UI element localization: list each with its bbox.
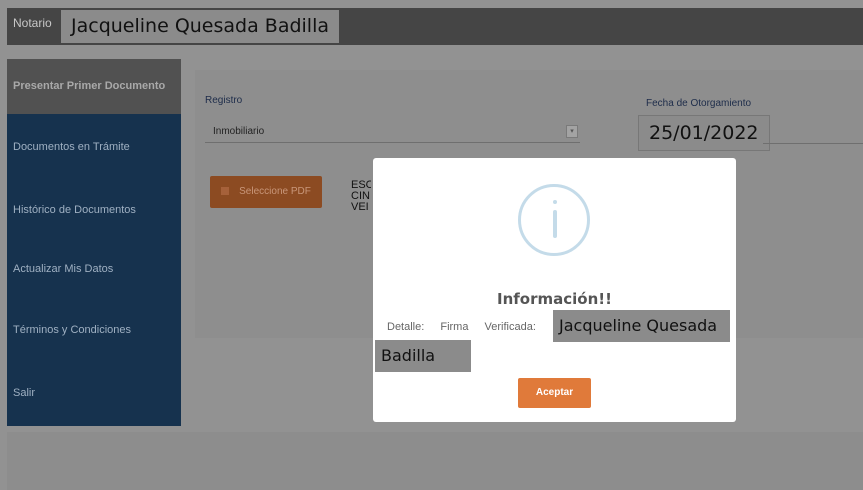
sidebar-item-label: Salir [13,387,36,399]
dialog-title: Información!! [497,290,612,308]
info-icon [518,184,590,256]
fecha-field[interactable]: 25/01/2022 [638,115,770,151]
top-bar: Notario Jacqueline Quesada Badilla [7,8,863,45]
select-pdf-label: Seleccione PDF [239,186,311,197]
sidebar-item-label: Actualizar Mis Datos [13,263,114,275]
sidebar-item-label: Presentar Primer Documento [13,80,166,92]
registro-label: Registro [205,95,243,106]
sidebar: Presentar Primer Documento Documentos en… [7,59,181,426]
verified-name-line2: Badilla [375,340,471,372]
select-pdf-button[interactable]: Seleccione PDF [210,176,322,208]
verificada-label: Verificada: [484,321,536,333]
sidebar-item-salir[interactable]: Salir [7,387,181,399]
sidebar-item-presentar[interactable]: Presentar Primer Documento [7,59,181,114]
registro-value: Inmobiliario [213,126,265,137]
detail-label: Detalle: [387,321,425,333]
sidebar-item-tramite[interactable]: Documentos en Trámite [7,141,181,153]
info-dialog: Información!! Detalle: Firma Verificada:… [373,158,736,422]
document-text: ESC CIN VEI [351,180,371,213]
verified-name-line1: Jacqueline Quesada [553,310,730,342]
fecha-label: Fecha de Otorgamiento [646,98,752,109]
firma-label: Firma [440,321,469,333]
notary-label: Notario [13,16,52,30]
fecha-underline [763,143,863,144]
dialog-detail: Detalle: Firma Verificada: [387,321,549,333]
sidebar-item-label: Documentos en Trámite [13,141,130,153]
sidebar-item-label: Términos y Condiciones [13,324,131,336]
registro-select[interactable]: Inmobiliario ▾ [205,121,580,143]
footer-area [7,432,863,490]
upload-icon [221,187,230,196]
sidebar-item-historico[interactable]: Histórico de Documentos [7,204,181,216]
sidebar-item-label: Histórico de Documentos [13,204,136,216]
document-text-line: VEI [351,201,369,213]
sidebar-item-terminos[interactable]: Términos y Condiciones [7,324,181,336]
accept-button[interactable]: Aceptar [518,378,591,408]
chevron-down-icon: ▾ [566,125,578,138]
user-name: Jacqueline Quesada Badilla [61,10,340,43]
sidebar-item-actualizar[interactable]: Actualizar Mis Datos [7,263,181,275]
page: Notario Jacqueline Quesada Badilla Prese… [0,0,863,490]
